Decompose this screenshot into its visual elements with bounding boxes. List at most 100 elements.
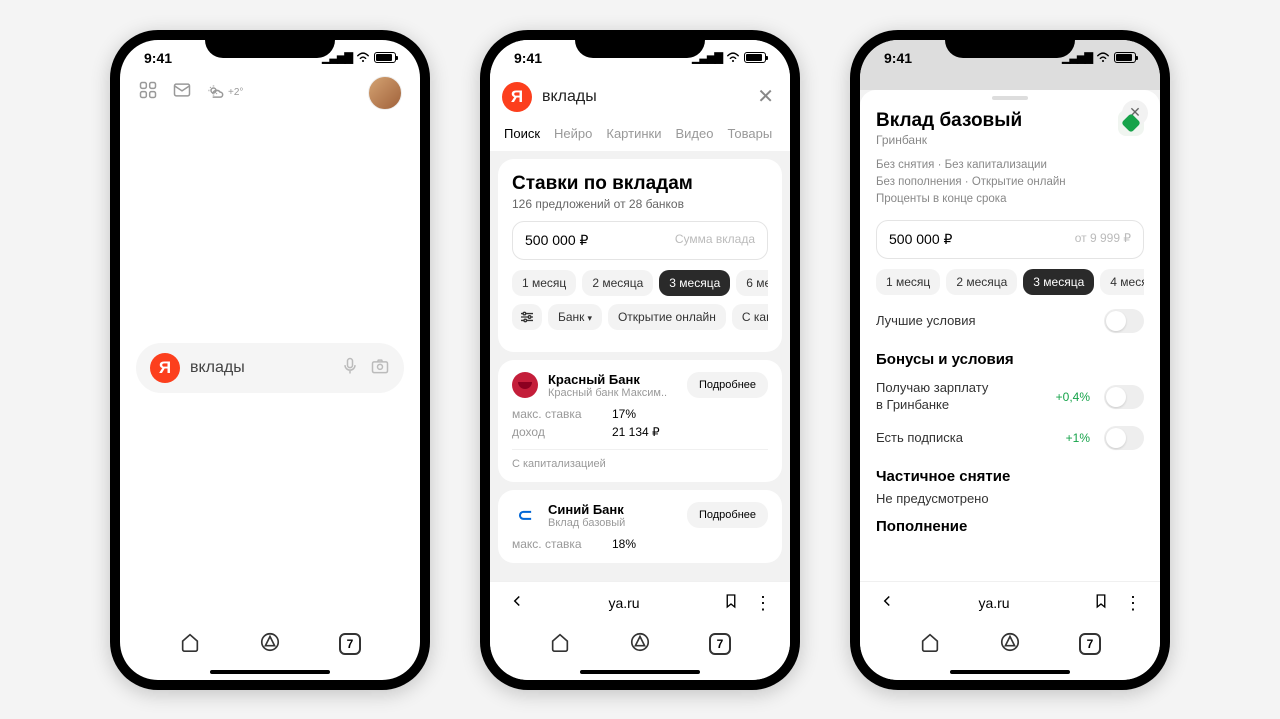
url-text[interactable]: ya.ru bbox=[608, 595, 639, 611]
yandex-logo-icon: Я bbox=[150, 353, 180, 383]
amount-hint: Сумма вклада bbox=[675, 232, 755, 249]
topup-title: Пополнение bbox=[876, 518, 1144, 535]
product-title: Вклад базовый bbox=[876, 110, 1108, 132]
sheet-handle[interactable] bbox=[992, 96, 1028, 100]
phone-home: 9:41 ▁▃▅▇ +2° bbox=[110, 30, 430, 690]
apps-icon[interactable] bbox=[138, 80, 158, 105]
amount-value: 500 000 ₽ bbox=[889, 231, 952, 248]
chip-cap[interactable]: С капитали bbox=[732, 304, 768, 330]
alice-icon[interactable] bbox=[999, 631, 1021, 658]
bank-name: Гринбанк bbox=[876, 133, 1108, 147]
chip-1m[interactable]: 1 месяц bbox=[876, 269, 940, 295]
home-icon[interactable] bbox=[919, 631, 941, 658]
salary-pct: +0,4% bbox=[1056, 390, 1090, 404]
rate-value: 17% bbox=[612, 407, 636, 421]
url-text[interactable]: ya.ru bbox=[978, 595, 1009, 611]
search-bar[interactable]: Я вклады bbox=[136, 343, 404, 393]
bank-product: Вклад базовый bbox=[548, 517, 677, 529]
salary-toggle[interactable] bbox=[1104, 385, 1144, 409]
more-button[interactable]: Подробнее bbox=[687, 502, 768, 528]
mic-icon[interactable] bbox=[340, 356, 360, 381]
search-tabs: Поиск Нейро Картинки Видео Товары bbox=[502, 118, 778, 151]
alice-icon[interactable] bbox=[259, 631, 281, 658]
wifi-icon bbox=[726, 50, 740, 66]
tabs-icon[interactable]: 7 bbox=[1079, 633, 1101, 655]
bank-card-blue[interactable]: ⊂ Синий Банк Вклад базовый Подробнее мак… bbox=[498, 490, 782, 563]
bank-card-red[interactable]: Красный Банк Красный банк Максим.. Подро… bbox=[498, 360, 782, 482]
chip-2m[interactable]: 2 месяца bbox=[946, 269, 1017, 295]
back-icon[interactable] bbox=[508, 592, 526, 615]
tabs-icon[interactable]: 7 bbox=[339, 633, 361, 655]
period-chips: 1 месяц 2 месяца 3 месяца 4 месяца bbox=[876, 269, 1144, 295]
avatar[interactable] bbox=[368, 76, 402, 110]
salary-label: Получаю зарплату в Гринбанке bbox=[876, 380, 1048, 414]
period-chips: 1 месяц 2 месяца 3 месяца 6 месяцев bbox=[512, 270, 768, 296]
subscription-toggle[interactable] bbox=[1104, 426, 1144, 450]
tab-images[interactable]: Картинки bbox=[606, 126, 661, 141]
home-indicator bbox=[210, 670, 330, 674]
tabs-icon[interactable]: 7 bbox=[709, 633, 731, 655]
weather-temp: +2° bbox=[228, 87, 243, 98]
wifi-icon bbox=[1096, 50, 1110, 66]
bank-product: Красный банк Максим.. bbox=[548, 387, 677, 399]
filters-icon[interactable] bbox=[512, 304, 542, 330]
tab-neuro[interactable]: Нейро bbox=[554, 126, 592, 141]
subscription-pct: +1% bbox=[1066, 431, 1090, 445]
alice-icon[interactable] bbox=[629, 631, 651, 658]
chip-3m[interactable]: 3 месяца bbox=[1023, 269, 1094, 295]
rate-label: макс. ставка bbox=[512, 537, 612, 551]
battery-icon bbox=[1114, 52, 1136, 63]
bookmark-icon[interactable] bbox=[722, 592, 740, 615]
amount-input[interactable]: 500 000 ₽ Сумма вклада bbox=[512, 221, 768, 260]
home-indicator bbox=[950, 670, 1070, 674]
clear-icon[interactable]: ✕ bbox=[753, 84, 778, 109]
home-icon[interactable] bbox=[549, 631, 571, 658]
features-text: Без снятия · Без капитализации Без попол… bbox=[876, 157, 1144, 209]
browser-url-bar: ya.ru ⋮ bbox=[490, 581, 790, 625]
phone-search-results: 9:41 ▁▃▅▇ Я вклады ✕ Поиск Нейро Картинк… bbox=[480, 30, 800, 690]
more-button[interactable]: Подробнее bbox=[687, 372, 768, 398]
search-bar[interactable]: Я вклады ✕ bbox=[502, 76, 778, 118]
menu-icon[interactable]: ⋮ bbox=[1124, 598, 1142, 608]
amount-value: 500 000 ₽ bbox=[525, 232, 588, 249]
browser-url-bar: ya.ru ⋮ bbox=[860, 581, 1160, 625]
weather-widget[interactable]: +2° bbox=[206, 83, 243, 103]
rates-card: Ставки по вкладам 126 предложений от 28 … bbox=[498, 159, 782, 352]
chip-1m[interactable]: 1 месяц bbox=[512, 270, 576, 296]
mail-icon[interactable] bbox=[172, 80, 192, 105]
status-time: 9:41 bbox=[144, 50, 172, 66]
notch bbox=[205, 30, 335, 58]
back-icon[interactable] bbox=[878, 592, 896, 615]
tab-search[interactable]: Поиск bbox=[504, 126, 540, 141]
chip-4m[interactable]: 4 месяца bbox=[1100, 269, 1144, 295]
tab-goods[interactable]: Товары bbox=[727, 126, 772, 141]
chip-2m[interactable]: 2 месяца bbox=[582, 270, 653, 296]
cap-note: С капитализацией bbox=[512, 449, 768, 470]
bookmark-icon[interactable] bbox=[1092, 592, 1110, 615]
best-conditions-label: Лучшие условия bbox=[876, 313, 1096, 330]
tab-video[interactable]: Видео bbox=[675, 126, 713, 141]
chip-online[interactable]: Открытие онлайн bbox=[608, 304, 726, 330]
chip-3m[interactable]: 3 месяца bbox=[659, 270, 730, 296]
status-time: 9:41 bbox=[514, 50, 542, 66]
rate-label: макс. ставка bbox=[512, 407, 612, 421]
bank-logo-icon: ⊂ bbox=[512, 502, 538, 528]
filter-chips: Банк▾ Открытие онлайн С капитали bbox=[512, 304, 768, 330]
sheet-backdrop bbox=[860, 70, 1160, 90]
battery-icon bbox=[744, 52, 766, 63]
best-conditions-toggle[interactable] bbox=[1104, 309, 1144, 333]
bank-name: Синий Банк bbox=[548, 502, 677, 517]
income-value: 21 134 ₽ bbox=[612, 425, 660, 439]
notch bbox=[575, 30, 705, 58]
chip-bank[interactable]: Банк▾ bbox=[548, 304, 602, 330]
subscription-label: Есть подписка bbox=[876, 430, 1058, 447]
card-title: Ставки по вкладам bbox=[512, 173, 768, 195]
battery-icon bbox=[374, 52, 396, 63]
amount-input[interactable]: 500 000 ₽ от 9 999 ₽ bbox=[876, 220, 1144, 259]
withdraw-title: Частичное снятие bbox=[876, 468, 1144, 485]
menu-icon[interactable]: ⋮ bbox=[754, 598, 772, 608]
camera-icon[interactable] bbox=[370, 356, 390, 381]
bank-logo-icon bbox=[512, 372, 538, 398]
home-icon[interactable] bbox=[179, 631, 201, 658]
chip-6m[interactable]: 6 месяцев bbox=[736, 270, 768, 296]
